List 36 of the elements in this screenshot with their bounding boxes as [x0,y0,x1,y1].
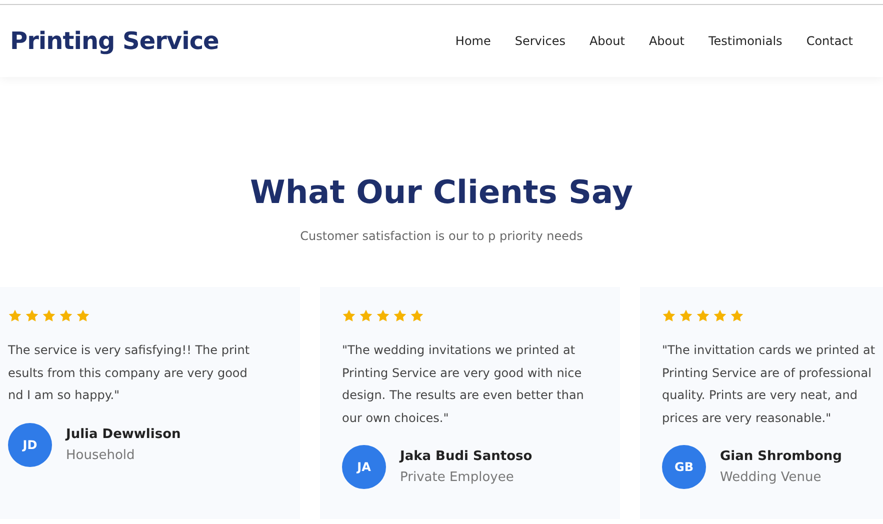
client-name: Julia Dewwlison [66,426,181,442]
client-role: Private Employee [400,470,515,485]
star-icon [359,309,373,323]
client-name: Gian Shrombong [720,449,842,464]
star-icon [713,309,727,323]
star-icon [8,309,22,323]
testimonial-quote: "The wedding invitations we printed at Printing Service are very good with nice design. The results are even better than our own choices." [342,342,585,426]
nav-link[interactable]: Services [514,34,566,48]
star-icon [662,309,676,323]
star-icon [342,309,356,323]
nav-link[interactable]: Home [455,34,491,48]
star-icon [393,309,407,323]
star-icon [730,309,744,323]
avatar-initials: JD [8,422,52,466]
section-subtitle: Customer satisfaction is our to p priority needs [299,229,584,243]
section-title: What Our Clients Say [249,173,634,211]
testimonial-quote: "The invittation cards we printed at Printing Service are of professional quality. Prints are very neat, and prices are very reasonable." [662,342,876,426]
star-icon [42,309,56,323]
client-name: Jaka Budi Santoso [400,449,532,464]
star-icon [410,309,424,323]
client-role: Household [66,448,136,462]
star-icon [76,309,90,323]
star-icon [25,309,39,323]
avatar-initials: JA [342,445,386,489]
avatar-initials: GB [662,445,706,489]
testimonial-quote: The service is very safisfying!! The print esults from this company are very good nd I am so happy." [8,342,251,404]
star-icon [696,309,710,323]
nav-link[interactable]: Contact [806,34,853,48]
nav-link[interactable]: About [648,34,684,48]
star-icon [59,309,73,323]
star-icon [679,309,693,323]
star-icon [376,309,390,323]
nav-link[interactable]: Testimonials [708,34,782,48]
nav-link[interactable]: About [589,34,625,48]
logo-text[interactable]: Printing Service [10,27,219,55]
client-role: Wedding Venue [720,470,822,485]
